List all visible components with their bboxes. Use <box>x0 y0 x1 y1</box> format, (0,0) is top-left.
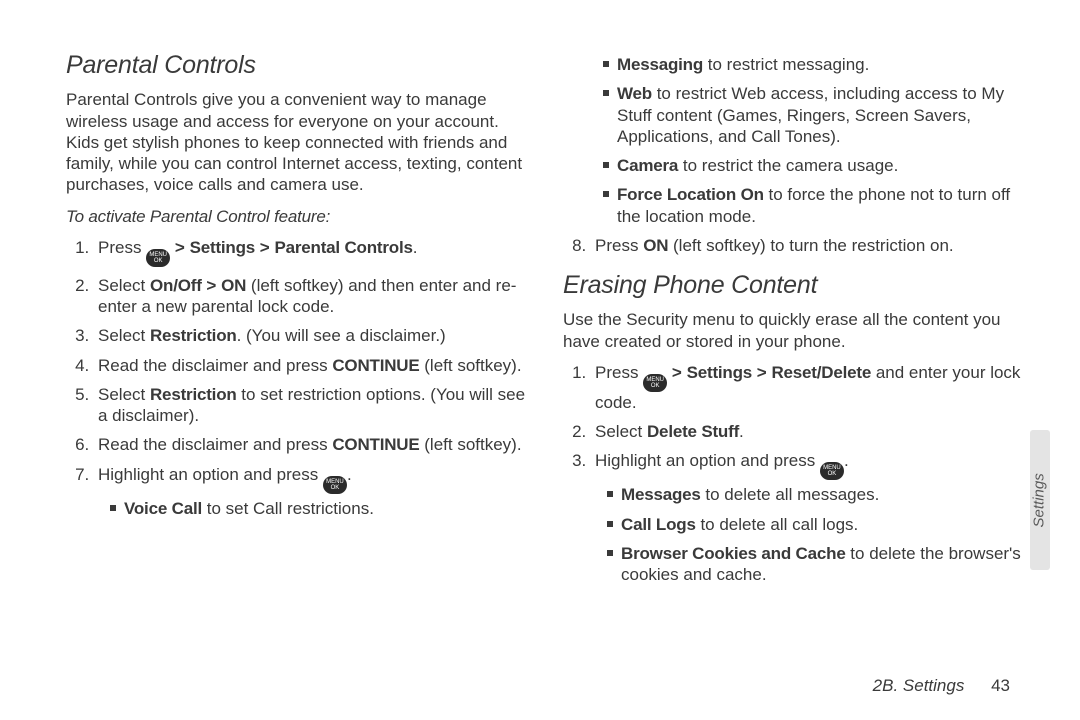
step-5: Select Restriction to set restriction op… <box>94 384 529 427</box>
menu-ok-key-icon: MENUOK <box>643 374 667 392</box>
heading-erasing-phone-content: Erasing Phone Content <box>563 270 1026 301</box>
chevron-right-icon: > <box>757 363 767 382</box>
step2-1: Press MENUOK > Settings > Reset/Delete a… <box>591 362 1026 413</box>
step-1: Press MENUOK > Settings > Parental Contr… <box>94 237 529 267</box>
chevron-right-icon: > <box>206 276 216 295</box>
sub-bullets-2: Messages to delete all messages. Call Lo… <box>595 484 1026 585</box>
intro-paragraph: Parental Controls give you a convenient … <box>66 89 529 195</box>
lead-activate: To activate Parental Control feature: <box>66 206 529 227</box>
intro-erasing: Use the Security menu to quickly erase a… <box>563 309 1026 352</box>
sub-bullets: Voice Call to set Call restrictions. <box>98 498 529 519</box>
step-3: Select Restriction. (You will see a disc… <box>94 325 529 346</box>
footer-section: 2B. Settings <box>873 676 965 695</box>
heading-parental-controls: Parental Controls <box>66 50 529 81</box>
bold: Settings <box>190 238 255 257</box>
text: Press <box>98 238 146 257</box>
step-8: Press ON (left softkey) to turn the rest… <box>591 235 1026 256</box>
chevron-right-icon: > <box>175 238 185 257</box>
step2-3: Highlight an option and press MENUOK. Me… <box>591 450 1026 585</box>
left-column: Parental Controls Parental Controls give… <box>66 50 529 680</box>
bullet-voice-call: Voice Call to set Call restrictions. <box>110 498 529 519</box>
chevron-right-icon: > <box>672 363 682 382</box>
bullet-force-location: Force Location On to force the phone not… <box>603 184 1026 227</box>
step-2: Select On/Off > ON (left softkey) and th… <box>94 275 529 318</box>
manual-page: Parental Controls Parental Controls give… <box>0 0 1080 720</box>
menu-ok-key-icon: MENUOK <box>146 249 170 267</box>
chevron-right-icon: > <box>260 238 270 257</box>
steps-list-cont: Press ON (left softkey) to turn the rest… <box>563 235 1026 256</box>
bullet-messaging: Messaging to restrict messaging. <box>603 54 1026 75</box>
bullet-messages: Messages to delete all messages. <box>607 484 1026 505</box>
step-7: Highlight an option and press MENUOK. Vo… <box>94 464 529 519</box>
bold: Parental Controls <box>274 238 412 257</box>
bullet-camera: Camera to restrict the camera usage. <box>603 155 1026 176</box>
step-4: Read the disclaimer and press CONTINUE (… <box>94 355 529 376</box>
bullet-browser-cookies: Browser Cookies and Cache to delete the … <box>607 543 1026 586</box>
bullet-web: Web to restrict Web access, including ac… <box>603 83 1026 147</box>
steps-list-2: Press MENUOK > Settings > Reset/Delete a… <box>563 362 1026 586</box>
step-6: Read the disclaimer and press CONTINUE (… <box>94 434 529 455</box>
menu-ok-key-icon: MENUOK <box>323 476 347 494</box>
sub-bullets-cont: Messaging to restrict messaging. Web to … <box>563 54 1026 227</box>
thumb-index-tab: Settings <box>1030 430 1050 570</box>
page-footer: 2B. Settings 43 <box>873 675 1010 696</box>
bullet-call-logs: Call Logs to delete all call logs. <box>607 514 1026 535</box>
page-number: 43 <box>991 676 1010 695</box>
thumb-index-label: Settings <box>1031 473 1050 527</box>
menu-ok-key-icon: MENUOK <box>820 462 844 480</box>
steps-list: Press MENUOK > Settings > Parental Contr… <box>66 237 529 519</box>
right-column: Messaging to restrict messaging. Web to … <box>563 50 1026 680</box>
step2-2: Select Delete Stuff. <box>591 421 1026 442</box>
